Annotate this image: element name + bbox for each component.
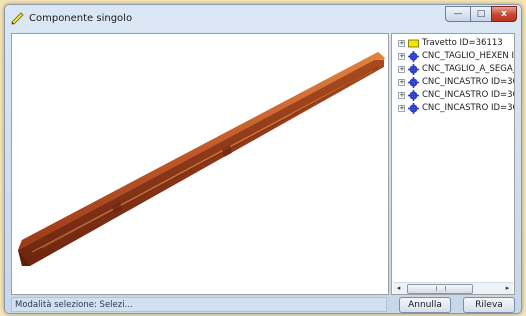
scroll-thumb[interactable] — [407, 284, 473, 294]
folder-icon — [408, 38, 419, 49]
pencil-icon — [11, 11, 25, 25]
status-bar: Modalità selezione: Selezi... — [11, 297, 387, 312]
tree-item-label: CNC_INCASTRO ID=369 — [422, 103, 515, 113]
tree-item-label: CNC_TAGLIO_HEXEN ID — [422, 51, 515, 61]
rileva-button[interactable]: Rileva — [463, 297, 515, 313]
component-tree[interactable]: + Travetto ID=36113 + CNC_TAGLIO_HEXEN I… — [391, 33, 515, 295]
tree-item-label: CNC_TAGLIO_A_SEGA_ — [422, 64, 515, 74]
expand-icon[interactable]: + — [398, 105, 405, 112]
window-title: Componente singolo — [29, 13, 133, 24]
grip-icon — [436, 286, 446, 291]
annulla-button[interactable]: Annulla — [399, 297, 451, 313]
close-button[interactable]: x — [491, 6, 517, 22]
expand-icon[interactable]: + — [398, 53, 405, 60]
gear-icon — [408, 51, 419, 62]
gear-icon — [408, 64, 419, 75]
tree-item-label: CNC_INCASTRO ID=368 — [422, 90, 515, 100]
expand-icon[interactable]: + — [398, 79, 405, 86]
tree-item-label: CNC_INCASTRO ID=367 — [422, 77, 515, 87]
maximize-button[interactable]: □ — [470, 6, 492, 22]
beam-model[interactable] — [12, 34, 388, 294]
gear-icon — [408, 103, 419, 114]
component-window: Componente singolo — □ x + Travetto ID=3… — [4, 4, 522, 314]
minimize-button[interactable]: — — [445, 6, 471, 22]
status-text: Modalità selezione: Selezi... — [15, 300, 133, 310]
3d-viewport[interactable] — [11, 33, 389, 295]
scroll-right-icon[interactable]: ▸ — [502, 283, 513, 294]
expand-icon[interactable]: + — [398, 92, 405, 99]
expand-icon[interactable]: + — [398, 40, 405, 47]
expand-icon[interactable]: + — [398, 66, 405, 73]
scroll-left-icon[interactable]: ◂ — [393, 283, 404, 294]
gear-icon — [408, 77, 419, 88]
horizontal-scrollbar[interactable]: ◂ ▸ — [393, 282, 513, 294]
tree-item-label: Travetto ID=36113 — [422, 38, 503, 48]
gear-icon — [408, 90, 419, 101]
title-bar[interactable]: Componente singolo — □ x — [5, 5, 521, 31]
